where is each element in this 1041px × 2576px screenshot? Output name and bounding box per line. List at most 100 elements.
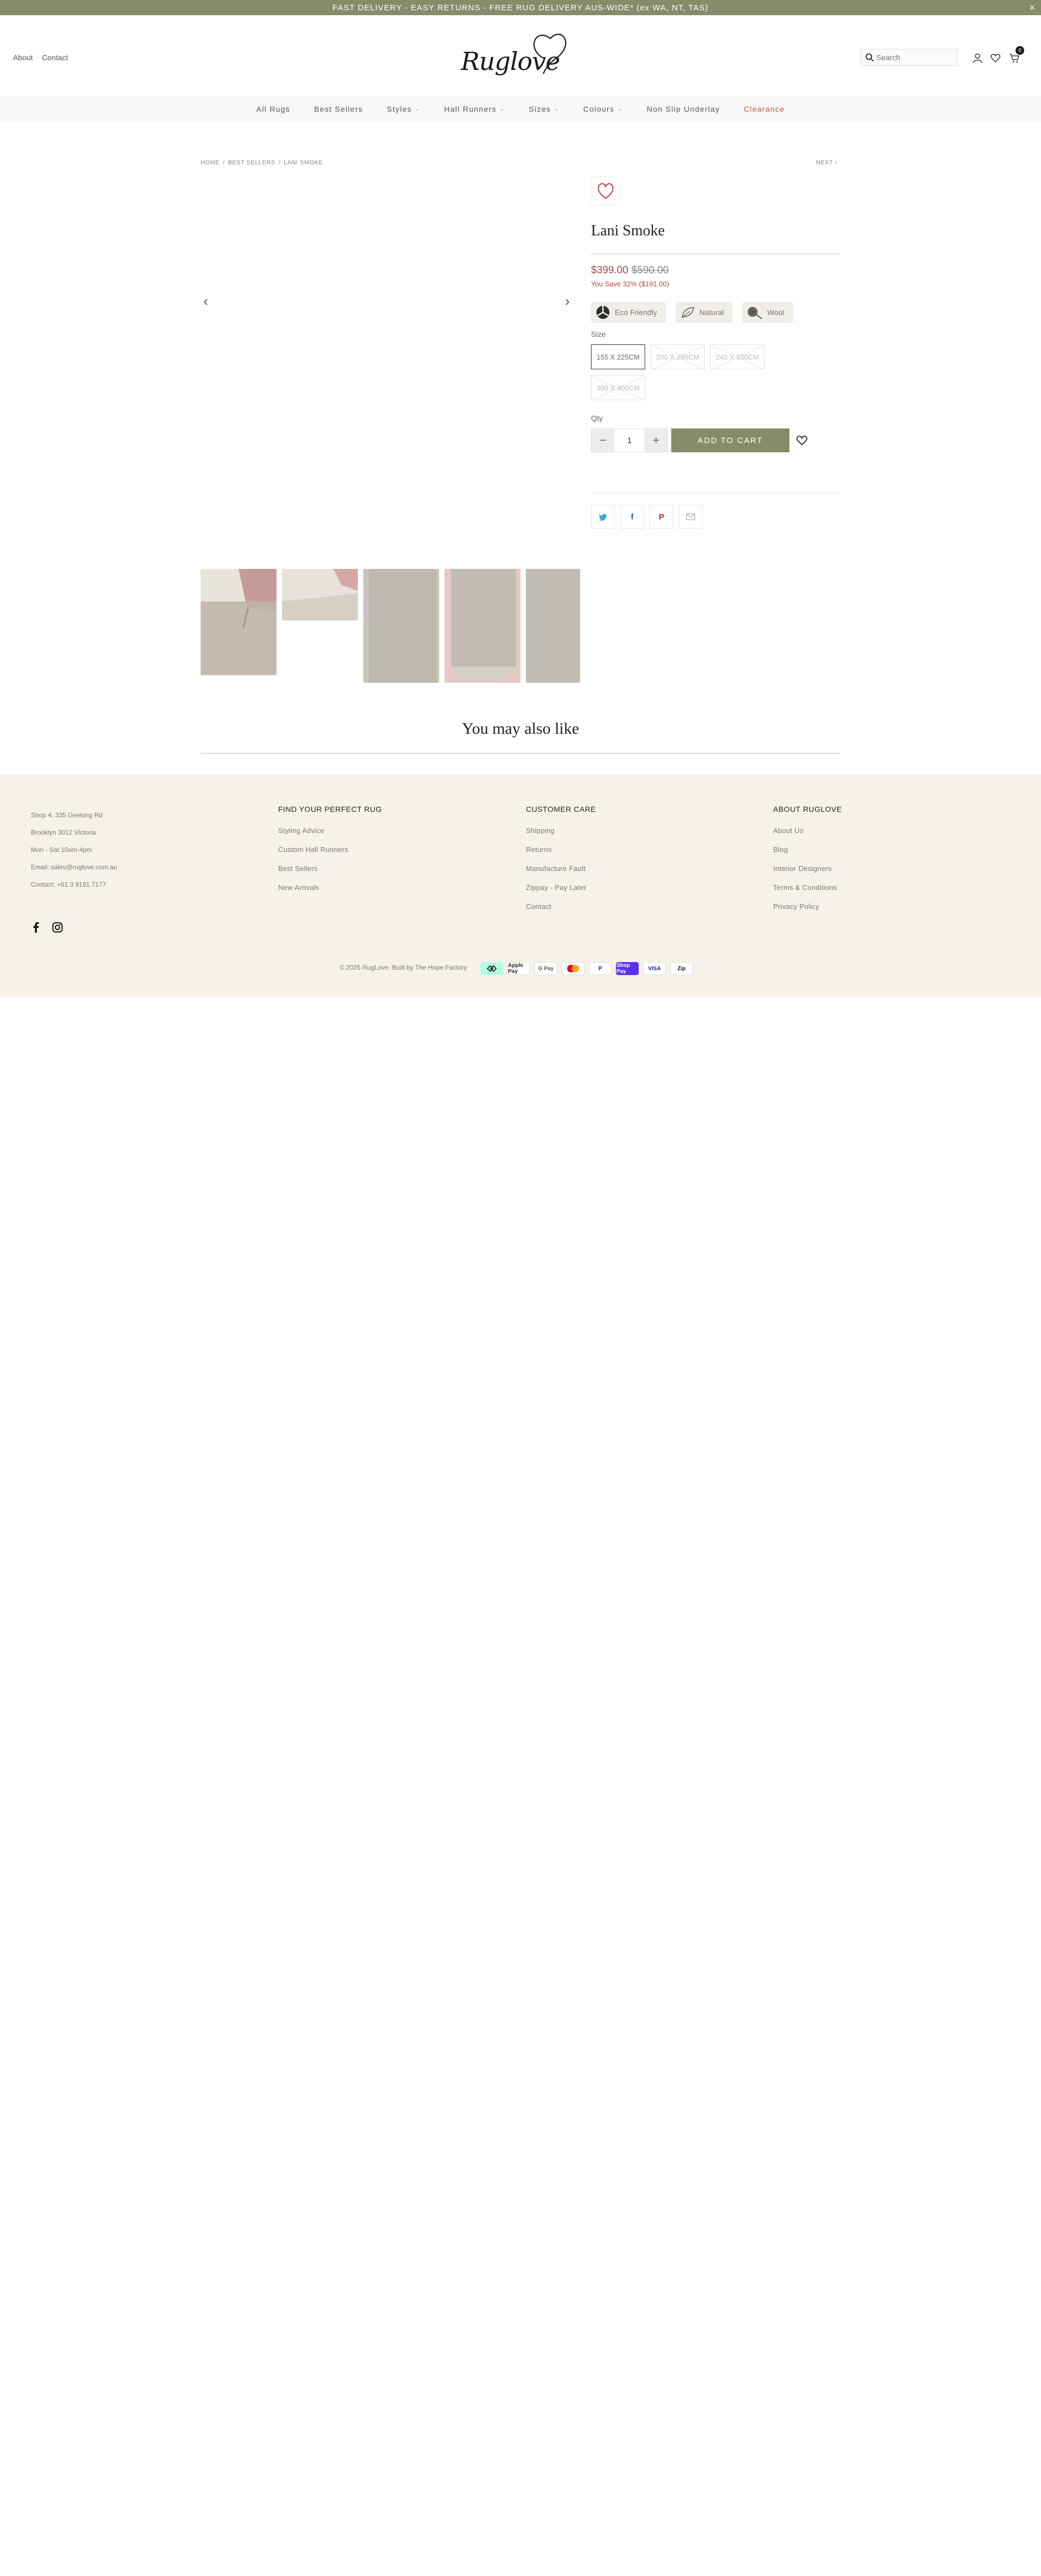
footer-email[interactable]: Email: sales@ruglove.com.au: [31, 863, 117, 871]
title-divider: [591, 253, 840, 254]
footer-link-zippay[interactable]: Zippay - Pay Later: [526, 883, 596, 892]
site-logo[interactable]: Ruglove: [461, 25, 575, 87]
afterpay-icon: [480, 962, 503, 975]
size-option-label: 240 X 330CM: [716, 353, 759, 361]
wool-icon: [747, 307, 762, 319]
size-option-240x330[interactable]: 240 X 330CM: [710, 344, 764, 369]
main-product-image[interactable]: [201, 176, 580, 426]
leaf-icon: [682, 307, 694, 318]
nav-item-non-slip-underlay[interactable]: Non Slip Underlay: [647, 105, 720, 113]
wishlist-icon[interactable]: [989, 52, 1001, 64]
cart-icon[interactable]: 0: [1008, 46, 1024, 64]
badge-label: Natural: [699, 308, 724, 317]
next-image-arrow[interactable]: ›: [565, 293, 570, 310]
footer-link-blog[interactable]: Blog: [773, 845, 842, 854]
footer-link-contact[interactable]: Contact: [526, 902, 596, 911]
footer-link-custom-hall-runners[interactable]: Custom Hall Runners: [278, 845, 382, 854]
logo-wordmark: Ruglove: [461, 47, 560, 76]
instagram-icon[interactable]: [52, 922, 63, 933]
nav-item-hall-runners[interactable]: Hall Runners ⌄: [444, 105, 505, 113]
visa-icon: VISA: [643, 962, 666, 975]
badge-natural: Natural: [675, 302, 732, 323]
footer-link-terms[interactable]: Terms & Conditions: [773, 883, 842, 892]
quantity-stepper: − 1 +: [591, 428, 668, 452]
footer-phone[interactable]: Contact: +61 3 9191 7177: [31, 881, 117, 888]
badge-wool: Wool: [742, 302, 793, 323]
pinterest-share-icon[interactable]: P: [650, 505, 673, 529]
breadcrumb-separator: /: [278, 159, 281, 166]
about-link[interactable]: About: [13, 53, 33, 62]
size-option-300x400[interactable]: 300 X 400CM: [591, 375, 645, 400]
add-to-wishlist-icon[interactable]: [795, 433, 809, 447]
footer-link-best-sellers[interactable]: Best Sellers: [278, 864, 382, 873]
contact-link[interactable]: Contact: [42, 53, 68, 62]
search-input[interactable]: [876, 53, 952, 62]
footer-heading: FIND YOUR PERFECT RUG: [278, 805, 382, 813]
nav-item-best-sellers[interactable]: Best Sellers: [314, 105, 363, 113]
next-product-link[interactable]: NEXT ›: [816, 159, 837, 166]
footer-column-about: ABOUT RUGLOVE About Us Blog Interior Des…: [773, 805, 842, 921]
copyright-text: © 2025 RugLove. Built by The Hope Factor…: [339, 964, 467, 971]
thumbnail-2[interactable]: [282, 569, 358, 620]
size-option-label: 200 X 290CM: [656, 353, 699, 361]
wishlist-heart-badge[interactable]: [591, 176, 620, 206]
breadcrumb-separator: /: [223, 159, 225, 166]
quantity-increase-button[interactable]: +: [645, 429, 667, 452]
footer-link-privacy[interactable]: Privacy Policy: [773, 902, 842, 911]
footer-address-line1: Shop 4, 335 Geelong Rd: [31, 811, 103, 819]
thumbnail-image: [445, 569, 520, 683]
nav-label: Non Slip Underlay: [646, 105, 720, 113]
twitter-share-icon[interactable]: [591, 505, 615, 529]
nav-label: Best Sellers: [314, 105, 363, 113]
add-to-cart-button[interactable]: ADD TO CART: [671, 428, 789, 452]
footer-heading: ABOUT RUGLOVE: [773, 805, 842, 813]
header-link-separator: ·: [36, 53, 39, 62]
header-links: About · Contact: [13, 53, 68, 62]
close-icon[interactable]: ×: [1029, 2, 1036, 14]
email-share-icon[interactable]: [679, 505, 703, 529]
account-icon[interactable]: [972, 52, 984, 64]
thumbnail-4[interactable]: [445, 569, 520, 683]
product-price: $399.00 $590.00: [591, 265, 669, 277]
thumbnail-1[interactable]: [201, 569, 277, 675]
facebook-share-icon[interactable]: f: [620, 505, 644, 529]
nav-item-clearance[interactable]: Clearance: [744, 105, 785, 113]
footer-link-about-us[interactable]: About Us: [773, 826, 842, 835]
footer-link-manufacture-fault[interactable]: Manufacture Fault: [526, 864, 596, 873]
chevron-down-icon: ⌄: [618, 106, 623, 112]
share-divider: [591, 493, 840, 494]
zip-icon: Zip: [670, 962, 693, 975]
breadcrumb-home[interactable]: HOME: [201, 159, 220, 166]
nav-label: Clearance: [743, 105, 785, 113]
size-label: Size: [591, 330, 606, 338]
quantity-decrease-button[interactable]: −: [592, 429, 614, 452]
size-option-200x290[interactable]: 200 X 290CM: [651, 344, 705, 369]
site-footer: Shop 4, 335 Geelong Rd Brooklyn 3012 Vic…: [0, 774, 1041, 997]
search-box[interactable]: [860, 49, 958, 66]
footer-link-shipping[interactable]: Shipping: [526, 826, 596, 835]
quantity-value[interactable]: 1: [614, 429, 645, 452]
badge-label: Wool: [767, 308, 785, 317]
size-option-155x225[interactable]: 155 X 225CM: [591, 344, 645, 369]
nav-item-sizes[interactable]: Sizes ⌄: [529, 105, 559, 113]
nav-label: Sizes: [529, 105, 551, 113]
footer-heading: CUSTOMER CARE: [526, 805, 596, 813]
footer-link-styling-advice[interactable]: Styling Advice: [278, 826, 382, 835]
footer-column-find-rug: FIND YOUR PERFECT RUG Styling Advice Cus…: [278, 805, 382, 902]
thumbnail-5[interactable]: [526, 569, 580, 683]
nav-item-colours[interactable]: Colours ⌄: [583, 105, 623, 113]
breadcrumb-current: LANI SMOKE: [284, 159, 323, 166]
footer-link-new-arrivals[interactable]: New Arrivals: [278, 883, 382, 892]
thumbnail-3[interactable]: [363, 569, 439, 683]
facebook-icon[interactable]: [33, 922, 39, 933]
nav-label: Colours: [583, 105, 615, 113]
nav-item-styles[interactable]: Styles ⌄: [387, 105, 421, 113]
thumbnail-image: [526, 569, 580, 683]
recommendations-divider: [201, 753, 840, 754]
breadcrumb-best-sellers[interactable]: BEST SELLERS: [228, 159, 275, 166]
nav-item-all-rugs[interactable]: All Rugs: [256, 105, 291, 113]
footer-link-returns[interactable]: Returns: [526, 845, 596, 854]
prev-image-arrow[interactable]: ‹: [203, 293, 208, 310]
footer-link-interior-designers[interactable]: Interior Designers: [773, 864, 842, 873]
next-label: NEXT: [816, 159, 833, 166]
